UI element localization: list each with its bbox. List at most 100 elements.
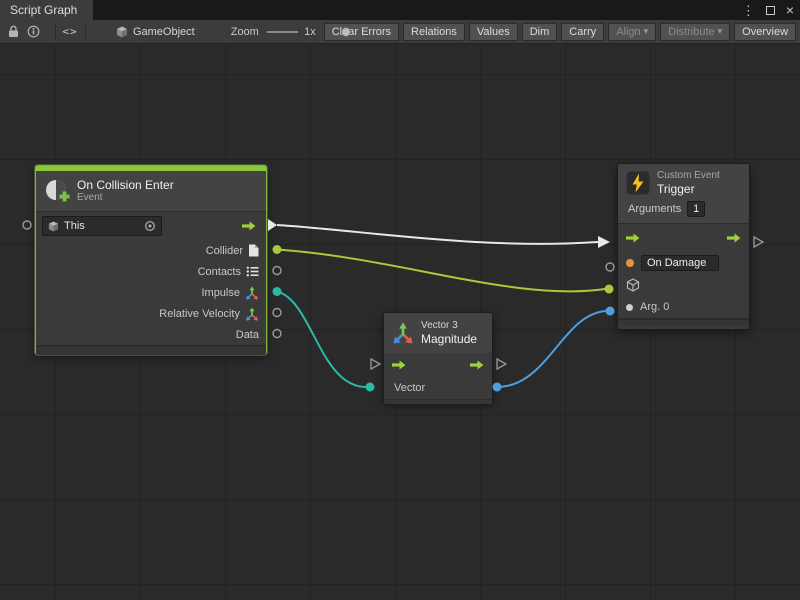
vector3-icon (245, 286, 259, 300)
node-footer (384, 399, 492, 404)
zoom-slider-track (267, 31, 298, 33)
this-value: This (64, 220, 139, 232)
gameobject-breadcrumb[interactable]: GameObject (116, 26, 195, 38)
relative-velocity-out-port[interactable] (273, 309, 281, 317)
flow-in-port[interactable] (392, 360, 406, 370)
wire-impulse (277, 292, 366, 388)
tab-bar: Script Graph ⋮ × (0, 0, 800, 20)
arguments-count-field[interactable]: 1 (687, 201, 705, 217)
flow-ports-row (384, 353, 492, 377)
wire-collider (277, 250, 605, 292)
close-icon[interactable]: × (786, 3, 794, 17)
custom-event-bolt-icon (626, 171, 650, 195)
flow-out-port[interactable] (470, 360, 484, 370)
node-header[interactable]: On Collision Enter Event (36, 171, 266, 211)
graph-canvas[interactable]: On Collision Enter Event This Collider (0, 44, 800, 600)
chevron-down-icon: ▾ (644, 26, 649, 37)
magnitude-out-port[interactable] (493, 383, 502, 392)
impulse-out-port[interactable] (273, 287, 282, 296)
magnitude-flow-in-port[interactable] (371, 359, 380, 369)
node-title: Magnitude (421, 332, 477, 346)
flow-ports-row (618, 224, 749, 252)
relations-button[interactable]: Relations (403, 23, 465, 41)
node-trigger-custom-event[interactable]: Custom Event Trigger Arguments 1 On Dama… (617, 163, 750, 330)
window-controls: ⋮ × (742, 0, 794, 20)
port-row-relative-velocity[interactable]: Relative Velocity (36, 303, 266, 324)
dim-button[interactable]: Dim (522, 23, 558, 41)
arg0-in-port[interactable] (606, 307, 615, 316)
arguments-row: Arguments 1 (626, 196, 741, 221)
node-title: On Collision Enter (77, 178, 174, 192)
collider-out-port[interactable] (273, 245, 282, 254)
tab-script-graph[interactable]: Script Graph (0, 0, 93, 20)
zoom-value: 1x (304, 26, 316, 38)
overview-button[interactable]: Overview (734, 23, 796, 41)
flow-out-port[interactable] (727, 233, 741, 243)
node-footer (618, 319, 749, 326)
trigger-flow-out-port[interactable] (754, 237, 763, 247)
port-row-contacts[interactable]: Contacts (36, 261, 266, 282)
data-out-port[interactable] (273, 330, 281, 338)
pane-menu-icon[interactable]: ⋮ (742, 4, 755, 17)
graph-toolbar: <> GameObject Zoom 1x Clear Errors Relat… (0, 20, 800, 44)
contacts-list-icon (246, 266, 259, 277)
node-vector3-magnitude[interactable]: Vector 3 Magnitude Vector (383, 312, 493, 403)
vector-in-port[interactable] (366, 383, 375, 392)
flow-wire-dest-arrow[interactable] (598, 236, 610, 248)
flow-in-port[interactable] (626, 233, 640, 243)
node-group: Vector 3 (421, 320, 477, 332)
magnitude-flow-out-port[interactable] (497, 359, 506, 369)
node-header[interactable]: Custom Event Trigger Arguments 1 (618, 164, 749, 223)
node-on-collision-enter[interactable]: On Collision Enter Event This Collider (35, 165, 267, 355)
vector3-icon (392, 322, 414, 344)
this-in-port[interactable] (23, 221, 31, 229)
arg0-row[interactable]: Arg. 0 (618, 296, 749, 318)
lock-icon[interactable] (8, 25, 19, 38)
trigger-target-in-port[interactable] (605, 285, 614, 294)
vector3-icon (245, 307, 259, 321)
arguments-label: Arguments (628, 203, 681, 215)
info-icon[interactable] (27, 25, 40, 38)
node-group: Custom Event (657, 170, 720, 182)
zoom-slider-knob[interactable] (341, 27, 351, 37)
flow-wire-source-arrow[interactable] (268, 219, 277, 231)
node-subtitle: Event (77, 192, 174, 204)
target-row: This (36, 212, 266, 240)
node-title: Trigger (657, 182, 720, 196)
this-object-picker[interactable]: This (42, 216, 162, 236)
code-view-icon[interactable]: <> (62, 25, 77, 38)
collision-event-icon (44, 178, 70, 204)
port-row-impulse[interactable]: Impulse (36, 282, 266, 303)
event-name-in-port[interactable] (606, 263, 614, 271)
node-footer (36, 346, 266, 355)
contacts-out-port[interactable] (273, 267, 281, 275)
values-button[interactable]: Values (469, 23, 518, 41)
event-name-field[interactable]: On Damage (641, 255, 719, 271)
carry-button[interactable]: Carry (561, 23, 604, 41)
event-name-row: On Damage (618, 252, 749, 274)
port-row-collider[interactable]: Collider (36, 240, 266, 261)
tab-label: Script Graph (10, 3, 77, 17)
arg0-port-icon[interactable] (626, 304, 633, 311)
target-gameobject-row[interactable] (618, 274, 749, 296)
maximize-icon[interactable] (766, 6, 775, 15)
cube-icon (116, 26, 128, 38)
vector-input-row[interactable]: Vector (384, 377, 492, 399)
zoom-label: Zoom (231, 26, 259, 38)
distribute-button[interactable]: Distribute▾ (660, 23, 730, 41)
cube-icon (48, 221, 59, 232)
port-row-data[interactable]: Data (36, 324, 266, 345)
gameobject-cube-icon (626, 278, 640, 292)
gameobject-label: GameObject (133, 26, 195, 38)
string-port-icon[interactable] (626, 259, 634, 267)
align-button[interactable]: Align▾ (608, 23, 656, 41)
chevron-down-icon: ▾ (718, 26, 723, 37)
zoom-slider[interactable] (267, 25, 298, 39)
flow-out-port[interactable] (242, 221, 256, 231)
node-header[interactable]: Vector 3 Magnitude (384, 313, 492, 353)
clear-errors-button[interactable]: Clear Errors (324, 23, 399, 41)
target-picker-icon[interactable] (144, 220, 156, 232)
wire-flow (277, 225, 598, 244)
collider-doc-icon (248, 244, 259, 257)
wire-magnitude-result (497, 311, 606, 387)
